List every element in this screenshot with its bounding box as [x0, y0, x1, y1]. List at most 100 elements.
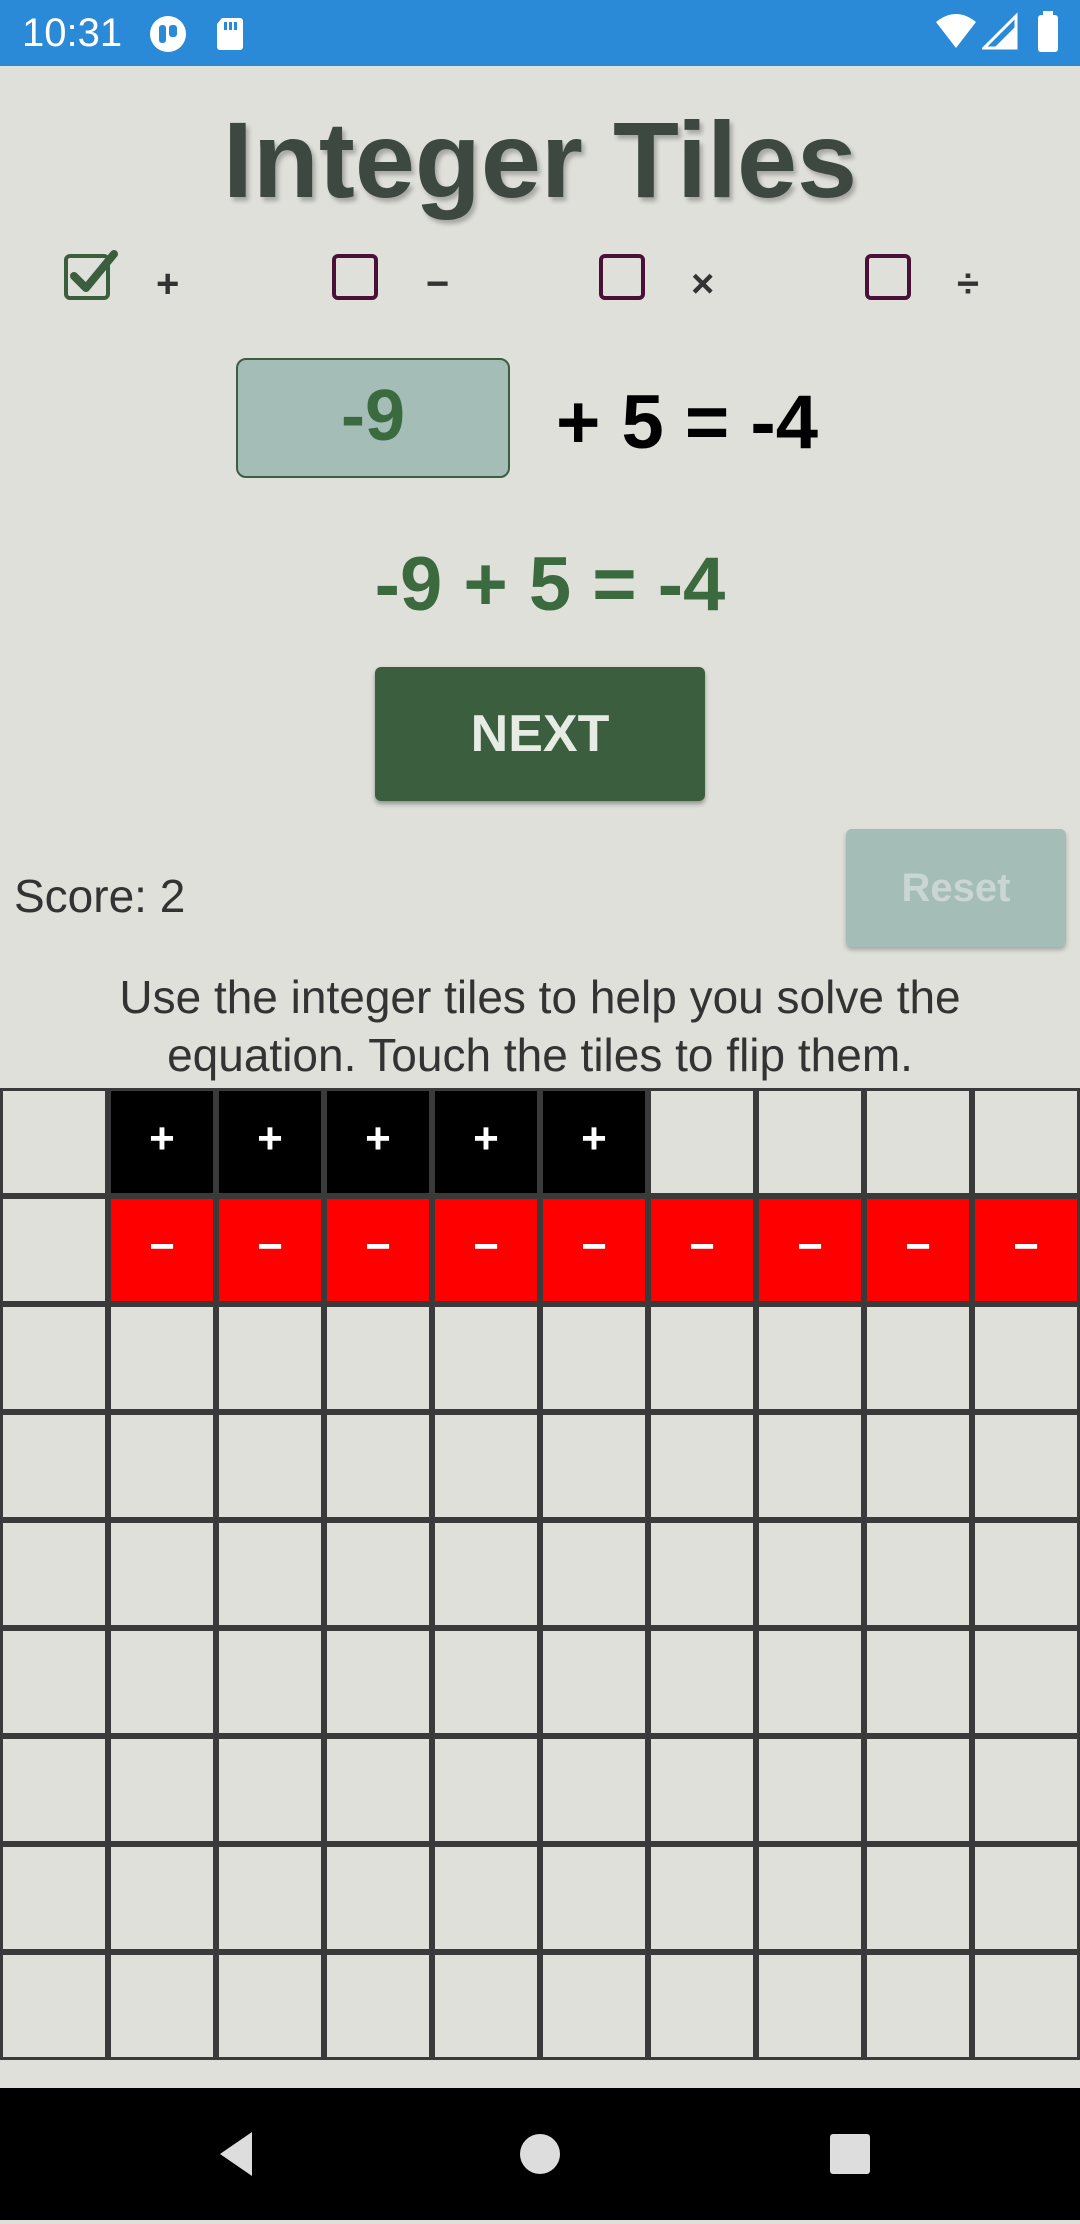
multiply-checkbox[interactable]	[599, 254, 645, 300]
tile[interactable]	[648, 1088, 756, 1196]
tile[interactable]	[756, 1412, 864, 1520]
tile[interactable]	[540, 1412, 648, 1520]
recents-button[interactable]	[790, 2088, 910, 2220]
tile[interactable]	[0, 1628, 108, 1736]
tile[interactable]	[324, 1736, 432, 1844]
tile[interactable]	[324, 1520, 432, 1628]
tile[interactable]	[432, 1952, 540, 2060]
tile[interactable]: −	[216, 1196, 324, 1304]
tile[interactable]: +	[324, 1088, 432, 1196]
tile[interactable]	[108, 1736, 216, 1844]
tile[interactable]	[108, 1304, 216, 1412]
tile[interactable]	[972, 1844, 1080, 1952]
tile[interactable]	[972, 1952, 1080, 2060]
tile[interactable]: −	[756, 1196, 864, 1304]
tile[interactable]	[0, 1088, 108, 1196]
tile[interactable]	[972, 1412, 1080, 1520]
tile[interactable]	[540, 1844, 648, 1952]
tile[interactable]	[756, 1952, 864, 2060]
tile[interactable]	[756, 1304, 864, 1412]
tile[interactable]	[216, 1736, 324, 1844]
tile[interactable]: −	[648, 1196, 756, 1304]
tile[interactable]	[972, 1628, 1080, 1736]
tile[interactable]	[0, 1196, 108, 1304]
tile[interactable]	[864, 1628, 972, 1736]
tile[interactable]	[648, 1628, 756, 1736]
tile[interactable]	[432, 1412, 540, 1520]
tile[interactable]: +	[108, 1088, 216, 1196]
home-button[interactable]	[480, 2088, 600, 2220]
tile[interactable]	[0, 1304, 108, 1412]
tile[interactable]	[648, 1736, 756, 1844]
tile[interactable]	[432, 1304, 540, 1412]
divide-checkbox[interactable]	[865, 254, 911, 300]
tile[interactable]: −	[432, 1196, 540, 1304]
tile[interactable]	[864, 1736, 972, 1844]
tile[interactable]	[216, 1304, 324, 1412]
tile[interactable]	[324, 1412, 432, 1520]
tile[interactable]	[540, 1520, 648, 1628]
operation-multiply-option[interactable]: ×	[599, 252, 739, 308]
subtract-checkbox[interactable]	[332, 254, 378, 300]
tile[interactable]	[432, 1520, 540, 1628]
tile[interactable]: +	[432, 1088, 540, 1196]
tile[interactable]	[648, 1412, 756, 1520]
tile[interactable]	[108, 1520, 216, 1628]
tile[interactable]	[0, 1520, 108, 1628]
tile[interactable]	[648, 1520, 756, 1628]
tile[interactable]	[0, 1952, 108, 2060]
tile[interactable]	[972, 1520, 1080, 1628]
tile[interactable]	[972, 1088, 1080, 1196]
tile[interactable]	[648, 1844, 756, 1952]
operation-add-option[interactable]: +	[64, 250, 204, 308]
tile[interactable]: +	[216, 1088, 324, 1196]
tile[interactable]	[864, 1088, 972, 1196]
tile[interactable]	[864, 1952, 972, 2060]
tile[interactable]	[540, 1952, 648, 2060]
tile[interactable]	[0, 1412, 108, 1520]
tile[interactable]	[0, 1736, 108, 1844]
tile[interactable]	[864, 1304, 972, 1412]
tile[interactable]	[864, 1844, 972, 1952]
tile[interactable]	[756, 1628, 864, 1736]
tile[interactable]	[216, 1844, 324, 1952]
operation-divide-option[interactable]: ÷	[865, 252, 1005, 308]
tile[interactable]	[108, 1628, 216, 1736]
tile[interactable]	[108, 1412, 216, 1520]
tile[interactable]: −	[864, 1196, 972, 1304]
tile[interactable]	[108, 1952, 216, 2060]
tile[interactable]	[432, 1844, 540, 1952]
tile[interactable]	[864, 1412, 972, 1520]
operation-subtract-option[interactable]: −	[332, 252, 472, 308]
tile[interactable]	[648, 1304, 756, 1412]
tile[interactable]	[432, 1628, 540, 1736]
tile[interactable]	[216, 1412, 324, 1520]
reset-button[interactable]: Reset	[846, 829, 1066, 947]
tile[interactable]: −	[972, 1196, 1080, 1304]
tile[interactable]	[324, 1844, 432, 1952]
next-button[interactable]: NEXT	[375, 667, 705, 801]
tile[interactable]	[864, 1520, 972, 1628]
tile[interactable]	[108, 1844, 216, 1952]
tile[interactable]: −	[540, 1196, 648, 1304]
answer-input[interactable]: -9	[236, 358, 510, 478]
tile[interactable]: −	[324, 1196, 432, 1304]
tile[interactable]	[540, 1304, 648, 1412]
tile[interactable]	[432, 1736, 540, 1844]
tile[interactable]	[324, 1304, 432, 1412]
tile[interactable]	[972, 1736, 1080, 1844]
tile[interactable]: +	[540, 1088, 648, 1196]
tile[interactable]	[756, 1520, 864, 1628]
back-button[interactable]	[180, 2088, 300, 2220]
tile[interactable]	[0, 1844, 108, 1952]
tile[interactable]	[216, 1628, 324, 1736]
tile[interactable]	[756, 1088, 864, 1196]
tile[interactable]	[540, 1736, 648, 1844]
tile[interactable]	[216, 1952, 324, 2060]
tile[interactable]	[648, 1952, 756, 2060]
tile[interactable]: −	[108, 1196, 216, 1304]
tile[interactable]	[324, 1628, 432, 1736]
tile[interactable]	[324, 1952, 432, 2060]
tile[interactable]	[972, 1304, 1080, 1412]
tile[interactable]	[756, 1736, 864, 1844]
